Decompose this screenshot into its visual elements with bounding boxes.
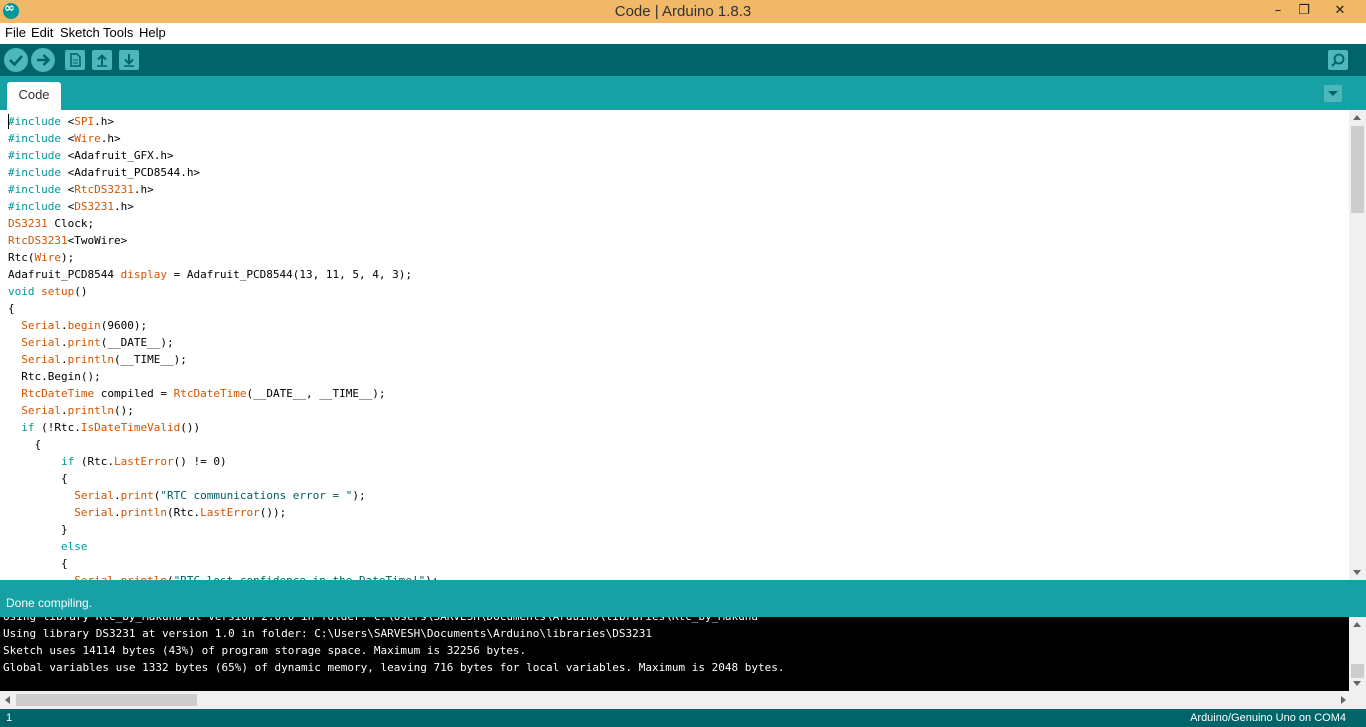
menu-tools[interactable]: Tools <box>103 25 133 40</box>
code-line[interactable]: Serial.begin(9600); <box>8 319 147 332</box>
open-button[interactable] <box>92 50 112 70</box>
code-line[interactable]: Serial.println(__TIME__); <box>8 353 187 366</box>
scroll-right-icon[interactable] <box>1341 696 1346 704</box>
close-button[interactable]: ✕ <box>1326 0 1354 23</box>
menu-file[interactable]: File <box>5 25 26 40</box>
down-arrow-icon <box>124 54 134 67</box>
code-line[interactable]: { <box>8 302 15 315</box>
console-output[interactable]: Using library Rtc_by_Makuna at version 2… <box>0 617 1349 691</box>
scroll-down-icon[interactable] <box>1353 681 1361 686</box>
window-title: Code | Arduino 1.8.3 <box>614 3 752 20</box>
code-text[interactable]: #include <SPI.h> #include <Wire.h> #incl… <box>8 113 439 580</box>
checkmark-icon <box>9 55 23 67</box>
code-line[interactable]: #include <Wire.h> <box>8 132 121 145</box>
code-line[interactable]: RtcDS3231<TwoWire> <box>8 234 127 247</box>
code-line[interactable]: #include <Adafruit_PCD8544.h> <box>8 166 200 179</box>
code-line[interactable]: if (Rtc.LastError() != 0) <box>8 455 227 468</box>
right-arrow-icon <box>37 54 51 66</box>
scroll-thumb[interactable] <box>16 694 197 706</box>
code-line[interactable]: void setup() <box>8 285 88 298</box>
tab-menu-chevron-down-icon[interactable] <box>1324 85 1342 102</box>
code-line[interactable]: else <box>8 540 88 553</box>
menu-sketch[interactable]: Sketch <box>60 25 100 40</box>
code-line[interactable]: } <box>8 523 68 536</box>
code-line[interactable]: Serial.print(__DATE__); <box>8 336 173 349</box>
tab-code[interactable]: Code <box>7 82 61 110</box>
board-port-label: Arduino/Genuino Uno on COM4 <box>1190 712 1346 724</box>
menu-help[interactable]: Help <box>139 25 166 40</box>
menu-bar: File Edit Sketch Tools Help <box>0 23 1366 44</box>
console-line: Using library DS3231 at version 1.0 in f… <box>3 627 653 640</box>
code-line[interactable]: if (!Rtc.IsDateTimeValid()) <box>8 421 200 434</box>
code-line[interactable]: { <box>8 438 41 451</box>
upload-button[interactable] <box>31 48 55 72</box>
code-line[interactable]: #include <Adafruit_GFX.h> <box>8 149 174 162</box>
code-line[interactable]: { <box>8 557 68 570</box>
footer-bar: 1 Arduino/Genuino Uno on COM4 <box>0 709 1366 727</box>
menu-edit[interactable]: Edit <box>31 25 53 40</box>
tab-bar: Code <box>0 76 1366 110</box>
scroll-left-icon[interactable] <box>5 696 10 704</box>
scroll-down-icon[interactable] <box>1353 570 1361 575</box>
magnifier-icon <box>1331 53 1345 67</box>
code-line[interactable]: { <box>8 472 68 485</box>
console-vertical-scrollbar[interactable] <box>1349 617 1366 691</box>
code-line[interactable]: #include <DS3231.h> <box>8 200 134 213</box>
up-arrow-icon <box>97 54 107 67</box>
title-bar: Code | Arduino 1.8.3 – ❐ ✕ <box>0 0 1366 23</box>
status-bar: Done compiling. <box>0 580 1366 617</box>
code-line[interactable]: #include <RtcDS3231.h> <box>8 183 154 196</box>
console-line: Sketch uses 14114 bytes (43%) of program… <box>3 644 527 657</box>
console-text: Using library Rtc_by_Makuna at version 2… <box>3 617 784 676</box>
code-line[interactable]: Adafruit_PCD8544 display = Adafruit_PCD8… <box>8 268 412 281</box>
code-line[interactable]: Rtc.Begin(); <box>8 370 100 383</box>
scroll-thumb[interactable] <box>1351 126 1364 213</box>
serial-monitor-button[interactable] <box>1328 50 1348 70</box>
console-line: Global variables use 1332 bytes (65%) of… <box>3 661 785 674</box>
scroll-up-icon[interactable] <box>1353 115 1361 120</box>
code-line[interactable]: DS3231 Clock; <box>8 217 94 230</box>
code-line[interactable]: Serial.println(Rtc.LastError()); <box>8 506 286 519</box>
code-line[interactable]: Serial.print("RTC communications error =… <box>8 489 365 502</box>
text-caret <box>8 114 9 129</box>
new-file-icon <box>70 53 81 67</box>
code-line[interactable]: RtcDateTime compiled = RtcDateTime(__DAT… <box>8 387 385 400</box>
code-line[interactable]: Rtc(Wire); <box>8 251 74 264</box>
minimize-button[interactable]: – <box>1264 0 1292 23</box>
console-horizontal-scrollbar[interactable] <box>0 691 1366 709</box>
code-editor[interactable]: #include <SPI.h> #include <Wire.h> #incl… <box>0 110 1349 580</box>
console-line: Using library Rtc_by_Makuna at version 2… <box>3 617 758 623</box>
code-line[interactable]: Serial.println(); <box>8 404 134 417</box>
verify-button[interactable] <box>4 48 28 72</box>
new-sketch-button[interactable] <box>65 50 85 70</box>
maximize-button[interactable]: ❐ <box>1290 0 1318 23</box>
code-line[interactable]: #include <SPI.h> <box>8 115 114 128</box>
editor-vertical-scrollbar[interactable] <box>1349 110 1366 580</box>
toolbar <box>0 44 1366 76</box>
line-number: 1 <box>6 712 13 724</box>
scroll-thumb[interactable] <box>1351 664 1364 678</box>
scroll-up-icon[interactable] <box>1353 622 1361 627</box>
save-button[interactable] <box>119 50 139 70</box>
status-message: Done compiling. <box>6 596 93 610</box>
